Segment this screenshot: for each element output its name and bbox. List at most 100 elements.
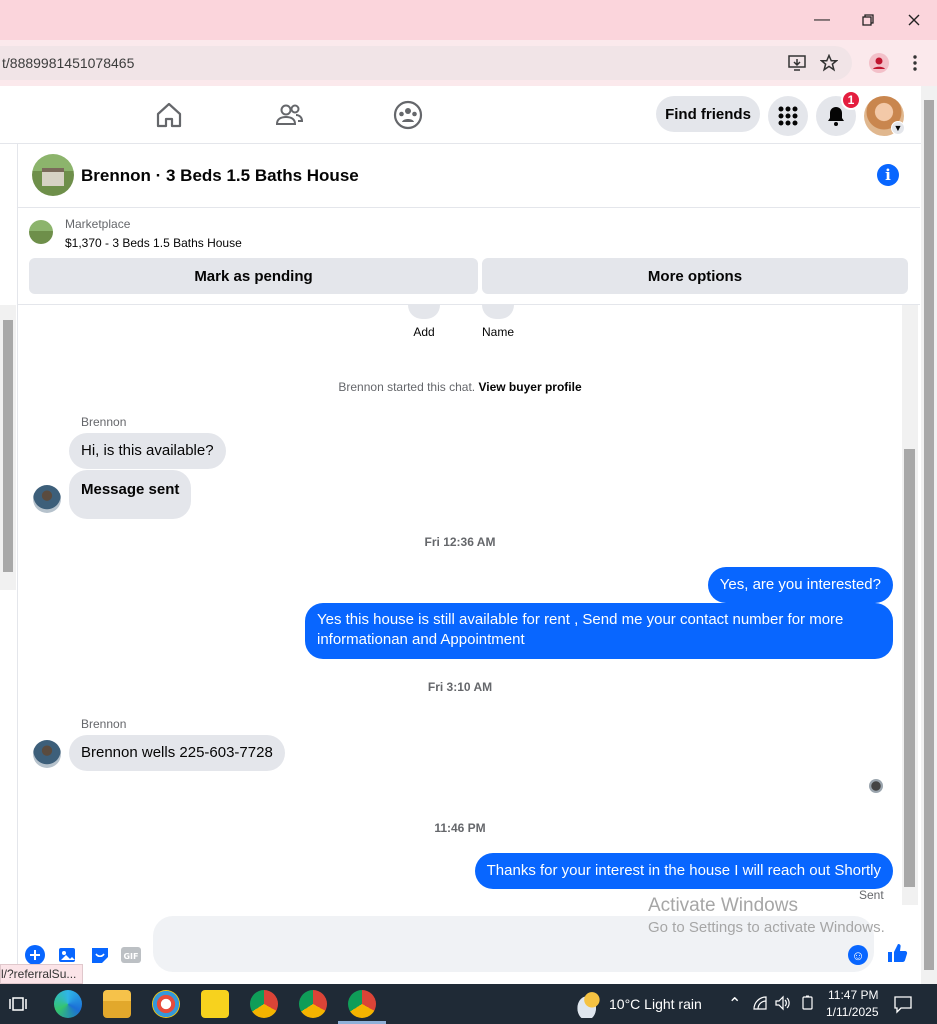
browser-menu-button[interactable] — [903, 51, 927, 75]
view-buyer-profile-link[interactable]: View buyer profile — [478, 380, 581, 394]
sender-avatar[interactable] — [33, 740, 61, 768]
timestamp: Fri 3:10 AM — [427, 680, 493, 694]
quick-action-label: Add — [413, 325, 435, 339]
message-scrollbar-thumb[interactable] — [904, 449, 915, 887]
sticker-button[interactable] — [90, 945, 110, 965]
volume-icon[interactable] — [775, 995, 791, 1011]
chrome-app[interactable] — [250, 990, 278, 1018]
sender-name: Brennon — [81, 717, 127, 731]
wifi-icon[interactable] — [752, 995, 768, 1011]
edge-app[interactable] — [54, 990, 82, 1018]
left-scrollbar-thumb[interactable] — [3, 320, 13, 572]
minimize-button[interactable]: — — [810, 8, 834, 32]
page-scrollbar-thumb[interactable] — [924, 100, 934, 970]
notification-center-button[interactable] — [893, 994, 913, 1014]
facebook-top-nav: Find friends — [0, 86, 922, 144]
kebab-menu-icon — [913, 55, 917, 71]
sticky-notes-app[interactable] — [201, 990, 229, 1018]
outgoing-message[interactable]: Yes this house is still available for re… — [305, 603, 893, 659]
name-icon — [482, 305, 514, 319]
task-view-button[interactable] — [5, 990, 33, 1018]
friends-nav-button[interactable] — [274, 100, 304, 130]
paint-app[interactable] — [152, 990, 180, 1018]
incoming-message[interactable]: Hi, is this available? — [69, 433, 226, 469]
weather-text[interactable]: 10°C Light rain — [609, 996, 702, 1012]
message-text: Message sent — [81, 481, 180, 498]
listing-thumbnail[interactable] — [29, 220, 53, 244]
chrome-profile-app[interactable] — [299, 990, 327, 1018]
page-scrollbar[interactable] — [921, 86, 937, 984]
gif-icon: GIF — [121, 947, 141, 963]
more-options-button[interactable]: More options — [482, 258, 908, 294]
activate-windows-title: Activate Windows — [648, 895, 798, 916]
profile-button[interactable] — [867, 51, 891, 75]
chat-start-notice: Brennon started this chat. View buyer pr… — [18, 380, 902, 394]
marketplace-listing-bar: Marketplace $1,370 - 3 Beds 1.5 Baths Ho… — [18, 209, 920, 305]
star-icon — [820, 54, 838, 72]
emoji-icon[interactable]: ☺ — [848, 945, 868, 965]
clock-date[interactable]: 1/11/2025 — [826, 1005, 879, 1019]
task-view-icon — [9, 997, 27, 1011]
message-list: Add Name Brennon started this chat. View… — [18, 305, 902, 905]
more-actions-button[interactable] — [25, 945, 45, 965]
close-icon — [908, 14, 920, 26]
install-app-button[interactable] — [785, 51, 809, 75]
listing-price[interactable]: $1,370 - 3 Beds 1.5 Baths House — [65, 236, 242, 250]
show-hidden-icons-button[interactable]: ⌃ — [728, 994, 741, 1014]
listing-label: Marketplace — [65, 217, 131, 231]
left-scrollbar[interactable] — [0, 305, 16, 590]
windows-taskbar: 10°C Light rain ⌃ 11:47 PM 1/11/2025 — [0, 984, 937, 1024]
sticker-icon — [92, 948, 108, 963]
add-icon — [408, 305, 440, 319]
groups-nav-button[interactable] — [393, 100, 423, 130]
mark-as-pending-button[interactable]: Mark as pending — [29, 258, 478, 294]
clock-time[interactable]: 11:47 PM — [828, 988, 878, 1002]
menu-grid-button[interactable] — [768, 96, 808, 136]
weather-icon[interactable] — [575, 990, 601, 1018]
message-scrollbar[interactable] — [902, 305, 918, 905]
outgoing-message[interactable]: Thanks for your interest in the house I … — [474, 853, 893, 889]
friends-icon — [275, 104, 304, 125]
listing-avatar[interactable] — [32, 154, 74, 196]
sender-avatar[interactable] — [33, 485, 61, 513]
bookmark-star-button[interactable] — [817, 51, 841, 75]
incoming-message[interactable]: Message sent — [69, 470, 192, 519]
timestamp: Fri 12:36 AM — [424, 535, 496, 549]
sender-name: Brennon — [81, 415, 127, 429]
quick-action-label: Name — [481, 325, 514, 339]
timestamp: 11:46 PM — [434, 821, 486, 835]
url-text: t/8889981451078465 — [2, 55, 135, 71]
outgoing-message[interactable]: Yes, are you interested? — [707, 567, 893, 603]
gif-button[interactable]: GIF — [121, 945, 141, 965]
quick-action-add[interactable]: Add — [408, 305, 440, 339]
chat-start-text: Brennon started this chat. — [338, 380, 476, 394]
thumbs-up-icon[interactable] — [886, 942, 910, 966]
address-bar-row: t/8889981451078465 — [0, 40, 937, 86]
sent-status: Sent — [859, 888, 884, 902]
restore-button[interactable] — [856, 8, 880, 32]
incoming-message[interactable]: Brennon wells 225-603-7728 — [69, 735, 285, 771]
chat-header: Brennon · 3 Beds 1.5 Baths House i — [18, 144, 920, 208]
home-nav-button[interactable] — [154, 100, 184, 130]
activate-windows-subtitle: Go to Settings to activate Windows. — [648, 919, 885, 936]
quick-action-name[interactable]: Name — [478, 305, 518, 339]
restore-icon — [862, 14, 874, 26]
read-receipt-avatar — [869, 779, 883, 793]
attach-photo-button[interactable] — [58, 945, 78, 965]
chevron-down-icon[interactable]: ▼ — [891, 121, 905, 135]
plus-circle-icon — [25, 945, 45, 965]
info-icon[interactable]: i — [877, 164, 899, 186]
link-hover-status: l/?referralSu... — [0, 964, 84, 984]
browser-titlebar: — — [0, 0, 937, 40]
file-explorer-app[interactable] — [103, 990, 131, 1018]
chrome-active-app[interactable] — [348, 990, 376, 1018]
svg-text:GIF: GIF — [123, 952, 138, 961]
battery-icon[interactable] — [800, 995, 816, 1011]
install-icon — [788, 55, 806, 71]
find-friends-button[interactable]: Find friends — [656, 96, 760, 132]
chat-bubble-icon — [894, 996, 912, 1014]
omnibox[interactable]: t/8889981451078465 — [0, 46, 852, 80]
chat-title[interactable]: Brennon · 3 Beds 1.5 Baths House — [81, 166, 359, 186]
close-window-button[interactable] — [902, 8, 926, 32]
groups-icon — [393, 100, 423, 130]
